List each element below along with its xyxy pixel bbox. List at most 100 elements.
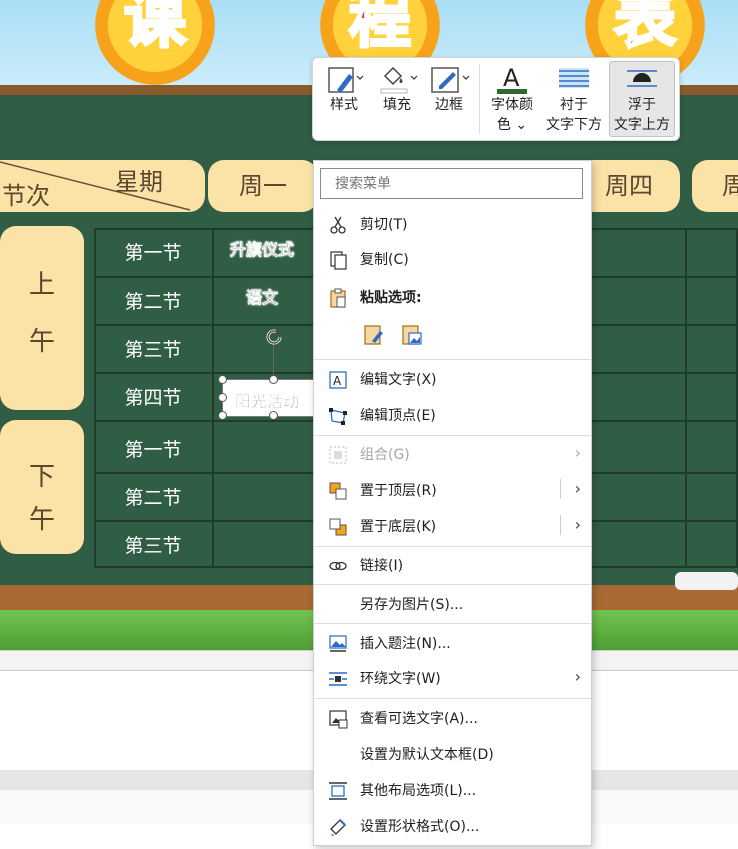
in-front-of-text-label-line2: 文字上方 — [614, 117, 670, 133]
menu-item-label: 查看可选文字(A)... — [360, 711, 478, 727]
day-header: 周 — [692, 160, 738, 212]
font-color-label-line2: 色 — [496, 117, 511, 133]
menu-separator — [314, 698, 591, 699]
outline-label: 边框 — [435, 97, 463, 113]
in-front-of-text-button[interactable]: 浮于 文字上方 — [609, 61, 675, 137]
fill-button[interactable]: 填充 — [375, 62, 419, 114]
menu-item-label: 复制(C) — [360, 252, 409, 268]
period-label: 第一节 — [124, 439, 182, 461]
menu-item-set-default-textbox[interactable]: 设置为默认文本框(D) — [314, 737, 591, 771]
menu-item-edit-text[interactable]: A 编辑文字(X) — [314, 362, 591, 396]
menu-separator — [314, 584, 591, 585]
menu-separator — [314, 359, 591, 360]
group-icon — [329, 446, 347, 464]
day-header: 周四 — [578, 160, 680, 212]
afternoon-char: 下 — [28, 462, 55, 492]
font-color-icon: A — [497, 64, 527, 94]
search-menu-input[interactable] — [320, 168, 583, 199]
header-weekday-label: 星期 — [115, 168, 163, 196]
behind-text-icon — [559, 68, 589, 88]
menu-item-insert-caption[interactable]: 插入题注(N)... — [314, 626, 591, 660]
menu-item-bring-to-front[interactable]: 置于顶层(R) › — [314, 473, 591, 507]
menu-item-link[interactable]: 链接(I) — [314, 548, 591, 582]
menu-item-label: 粘贴选项: — [360, 290, 422, 306]
alt-text-icon — [329, 710, 348, 729]
chalk-eraser — [675, 572, 738, 590]
submenu-arrow-icon: › — [574, 667, 581, 686]
menu-item-send-to-back[interactable]: 置于底层(K) › — [314, 509, 591, 543]
menu-item-label: 另存为图片(S)... — [360, 597, 464, 613]
insert-caption-icon — [329, 635, 347, 652]
format-shape-icon — [330, 819, 346, 836]
behind-text-button[interactable]: 衬于 文字下方 — [543, 62, 605, 134]
menu-separator — [314, 623, 591, 624]
header-period-label: 节次 — [2, 182, 50, 210]
menu-item-label: 编辑顶点(E) — [360, 408, 436, 424]
submenu-arrow-icon[interactable]: › — [575, 479, 581, 498]
shape-style-button[interactable]: 样式 — [323, 62, 365, 114]
outline-button[interactable]: 边框 — [427, 62, 471, 114]
menu-item-label: 设置形状格式(O)... — [360, 819, 480, 835]
in-front-of-text-label: 浮于 — [628, 97, 656, 113]
morning-char: 上 — [28, 270, 55, 300]
morning-char: 午 — [28, 327, 55, 357]
menu-item-label: 剪切(T) — [360, 217, 408, 233]
resize-handle[interactable] — [218, 411, 227, 420]
menu-item-label: 其他布局选项(L)... — [360, 783, 477, 799]
selected-textbox-text: 阳光活动 — [235, 392, 300, 411]
split-separator — [560, 479, 561, 499]
bring-to-front-icon — [329, 482, 347, 500]
toolbar-separator — [479, 64, 480, 134]
scissors-icon — [330, 216, 346, 234]
link-icon — [329, 561, 347, 571]
svg-text:A: A — [503, 64, 520, 92]
menu-item-wrap-text[interactable]: 环绕文字(W) › — [314, 661, 591, 695]
period-label: 第四节 — [124, 387, 182, 409]
in-front-of-text-icon — [627, 70, 657, 87]
menu-item-label: 编辑文字(X) — [360, 372, 437, 388]
cell-textbox[interactable]: 语文 — [246, 284, 278, 308]
title-char: 课 — [122, 0, 187, 58]
menu-item-label: 插入题注(N)... — [360, 636, 451, 652]
wrap-text-icon — [329, 672, 347, 686]
grid-line — [212, 228, 214, 568]
resize-handle[interactable] — [218, 375, 227, 384]
menu-item-label: 设置为默认文本框(D) — [360, 747, 494, 763]
resize-handle[interactable] — [218, 393, 227, 402]
menu-item-format-shape[interactable]: 设置形状格式(O)... — [314, 809, 591, 843]
menu-item-save-as-picture[interactable]: 另存为图片(S)... — [314, 587, 591, 621]
paste-as-picture-icon[interactable] — [400, 323, 424, 347]
chevron-down-icon: ⌄ — [515, 117, 528, 133]
send-to-back-icon — [329, 518, 347, 536]
menu-item-paste-options: 粘贴选项: — [314, 280, 591, 314]
menu-item-view-alt-text[interactable]: 查看可选文字(A)... — [314, 701, 591, 735]
menu-item-label: 环绕文字(W) — [360, 671, 441, 687]
submenu-arrow-icon[interactable]: › — [575, 515, 581, 534]
menu-item-edit-points[interactable]: 编辑顶点(E) — [314, 398, 591, 432]
fill-label: 填充 — [383, 97, 411, 113]
edit-text-icon: A — [329, 371, 347, 389]
shape-style-label: 样式 — [330, 97, 358, 113]
resize-handle[interactable] — [269, 411, 278, 420]
period-label: 第一节 — [124, 242, 182, 264]
resize-handle[interactable] — [269, 375, 278, 384]
behind-text-label: 衬于 — [560, 97, 588, 113]
font-color-button[interactable]: A 字体颜 色 ⌄ — [485, 62, 539, 134]
font-color-label: 字体颜 — [491, 97, 533, 113]
submenu-arrow-icon: › — [574, 443, 581, 462]
context-menu: 剪切(T) 复制(C) 粘贴选项: A 编辑文字(X) 编辑顶点(E) 组合(G… — [313, 160, 592, 846]
menu-item-more-layout-options[interactable]: 其他布局选项(L)... — [314, 773, 591, 807]
menu-item-cut[interactable]: 剪切(T) — [314, 207, 591, 241]
menu-separator — [314, 435, 591, 436]
menu-item-copy[interactable]: 复制(C) — [314, 242, 591, 276]
period-label: 第二节 — [124, 291, 182, 313]
paste-keep-source-icon[interactable] — [362, 323, 386, 347]
floating-mini-toolbar: 样式 填充 边框 A 字体颜 色 ⌄ 衬于 文字下方 浮于 文字上方 — [312, 57, 680, 141]
split-separator — [560, 515, 561, 535]
rotate-handle-icon[interactable] — [263, 326, 285, 348]
menu-item-label: 链接(I) — [360, 558, 404, 574]
behind-text-label-line2: 文字下方 — [546, 117, 602, 133]
cell-textbox[interactable]: 升旗仪式 — [230, 236, 294, 260]
menu-item-group[interactable]: 组合(G) › — [314, 437, 591, 471]
period-label: 第三节 — [124, 535, 182, 557]
